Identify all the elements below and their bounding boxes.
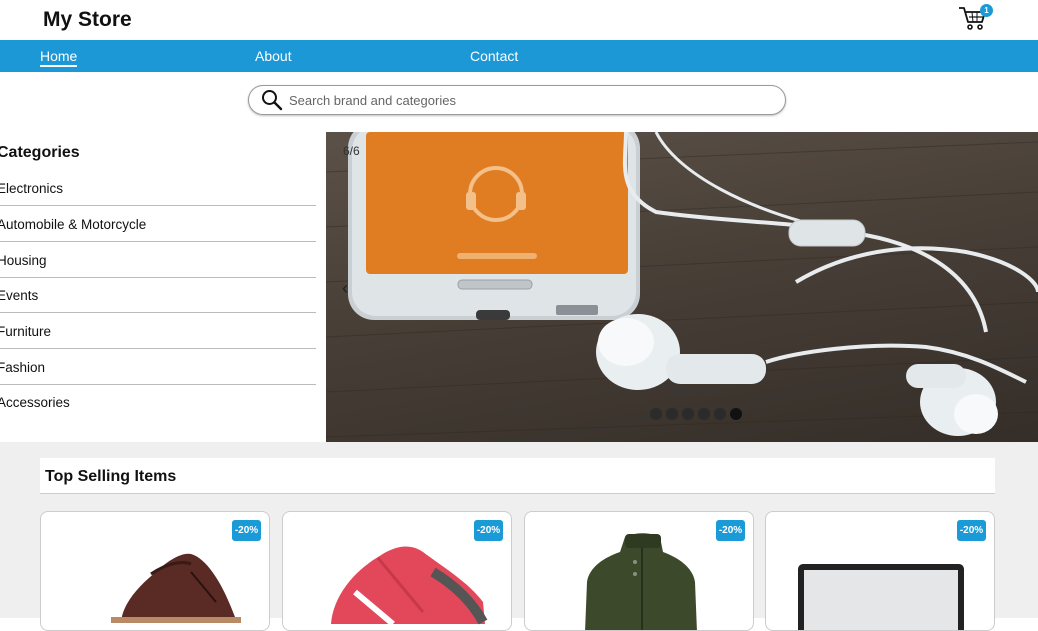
nav-home-link[interactable]: Home bbox=[40, 48, 78, 67]
product-card-2[interactable]: -20% bbox=[282, 511, 512, 631]
search-bar bbox=[248, 85, 786, 115]
chevron-left-icon[interactable]: ‹ bbox=[342, 278, 348, 299]
product-card-4[interactable]: -20% bbox=[765, 511, 995, 631]
section-header: Top Selling Items bbox=[40, 458, 995, 494]
slide-counter: 6/6 bbox=[343, 144, 360, 158]
carousel-dot-5[interactable] bbox=[714, 408, 726, 420]
hero-carousel[interactable]: 6/6 ‹ Item Six bbox=[326, 132, 1038, 442]
category-automobile[interactable]: Automobile & Motorcycle bbox=[0, 206, 316, 242]
top-selling-section: Top Selling Items -20% -20% -20% -20% bbox=[0, 442, 1038, 631]
category-label: Furniture bbox=[0, 324, 52, 339]
search-icon[interactable] bbox=[261, 89, 283, 111]
product-card-3[interactable]: -20% bbox=[524, 511, 754, 631]
category-accessories[interactable]: Accessories bbox=[0, 384, 316, 420]
category-events[interactable]: Events bbox=[0, 277, 316, 313]
discount-badge: -20% bbox=[957, 520, 986, 541]
discount-badge: -20% bbox=[232, 520, 261, 541]
cart-count-badge: 1 bbox=[980, 4, 993, 17]
category-label: Events bbox=[0, 288, 39, 303]
category-furniture[interactable]: Furniture bbox=[0, 313, 316, 349]
carousel-dot-2[interactable] bbox=[666, 408, 678, 420]
slide-caption: Item Six bbox=[671, 384, 718, 399]
discount-badge: -20% bbox=[474, 520, 503, 541]
search-input[interactable] bbox=[289, 90, 769, 110]
main-nav: Home About Contact bbox=[0, 40, 1038, 72]
categories-heading: Categories bbox=[0, 144, 80, 161]
category-label: Accessories bbox=[0, 395, 70, 410]
cart-button[interactable]: 1 bbox=[958, 4, 994, 34]
nav-about-link[interactable]: About bbox=[255, 48, 292, 64]
section-title: Top Selling Items bbox=[45, 468, 177, 485]
category-electronics[interactable]: Electronics bbox=[0, 170, 316, 206]
carousel-dot-6[interactable] bbox=[730, 408, 742, 420]
discount-badge: -20% bbox=[716, 520, 745, 541]
category-label: Housing bbox=[0, 253, 47, 268]
carousel-dot-4[interactable] bbox=[698, 408, 710, 420]
category-label: Electronics bbox=[0, 181, 64, 196]
category-fashion[interactable]: Fashion bbox=[0, 349, 316, 385]
carousel-dot-1[interactable] bbox=[650, 408, 662, 420]
category-housing[interactable]: Housing bbox=[0, 242, 316, 278]
nav-contact-link[interactable]: Contact bbox=[470, 48, 518, 64]
store-logo-title[interactable]: My Store bbox=[43, 8, 132, 32]
carousel-dot-3[interactable] bbox=[682, 408, 694, 420]
product-card-1[interactable]: -20% bbox=[40, 511, 270, 631]
header: My Store 1 bbox=[0, 0, 1038, 40]
category-label: Automobile & Motorcycle bbox=[0, 217, 147, 232]
category-label: Fashion bbox=[0, 360, 46, 375]
